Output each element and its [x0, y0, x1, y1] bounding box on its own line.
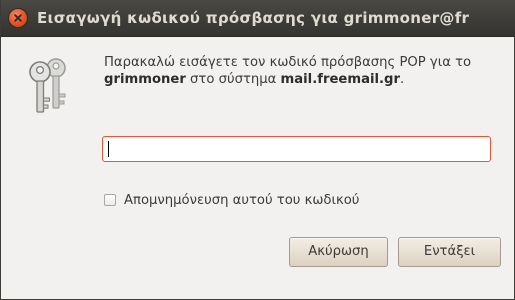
prompt-message: Παρακαλώ εισάγετε τον κωδικό πρόσβασης P…: [104, 55, 504, 88]
title-bar[interactable]: Εισαγωγή κωδικού πρόσβασης για grimmoner…: [1, 0, 515, 37]
remember-password-label: Απομνημόνευση αυτού του κωδικού: [124, 192, 360, 208]
text-caret: [108, 141, 109, 157]
cancel-button[interactable]: Ακύρωση: [289, 237, 388, 267]
server-text: mail.freemail.gr: [280, 71, 400, 87]
message-middle: στο σύστημα: [185, 71, 281, 87]
remember-password-checkbox[interactable]: Απομνημόνευση αυτού του κωδικού: [104, 191, 359, 209]
username-text: grimmoner: [104, 71, 186, 87]
password-field[interactable]: [102, 136, 491, 162]
ok-button[interactable]: Εντάξει: [398, 237, 501, 267]
password-dialog: Εισαγωγή κωδικού πρόσβασης για grimmoner…: [0, 0, 515, 300]
checkbox-box[interactable]: [104, 194, 116, 206]
message-suffix: .: [399, 71, 405, 87]
message-prefix: Παρακαλώ εισάγετε τον κωδικό πρόσβασης P…: [104, 55, 472, 70]
keys-icon: [29, 58, 66, 113]
window-title: Εισαγωγή κωδικού πρόσβασης για grimmoner…: [37, 9, 470, 27]
close-icon[interactable]: [9, 9, 27, 27]
